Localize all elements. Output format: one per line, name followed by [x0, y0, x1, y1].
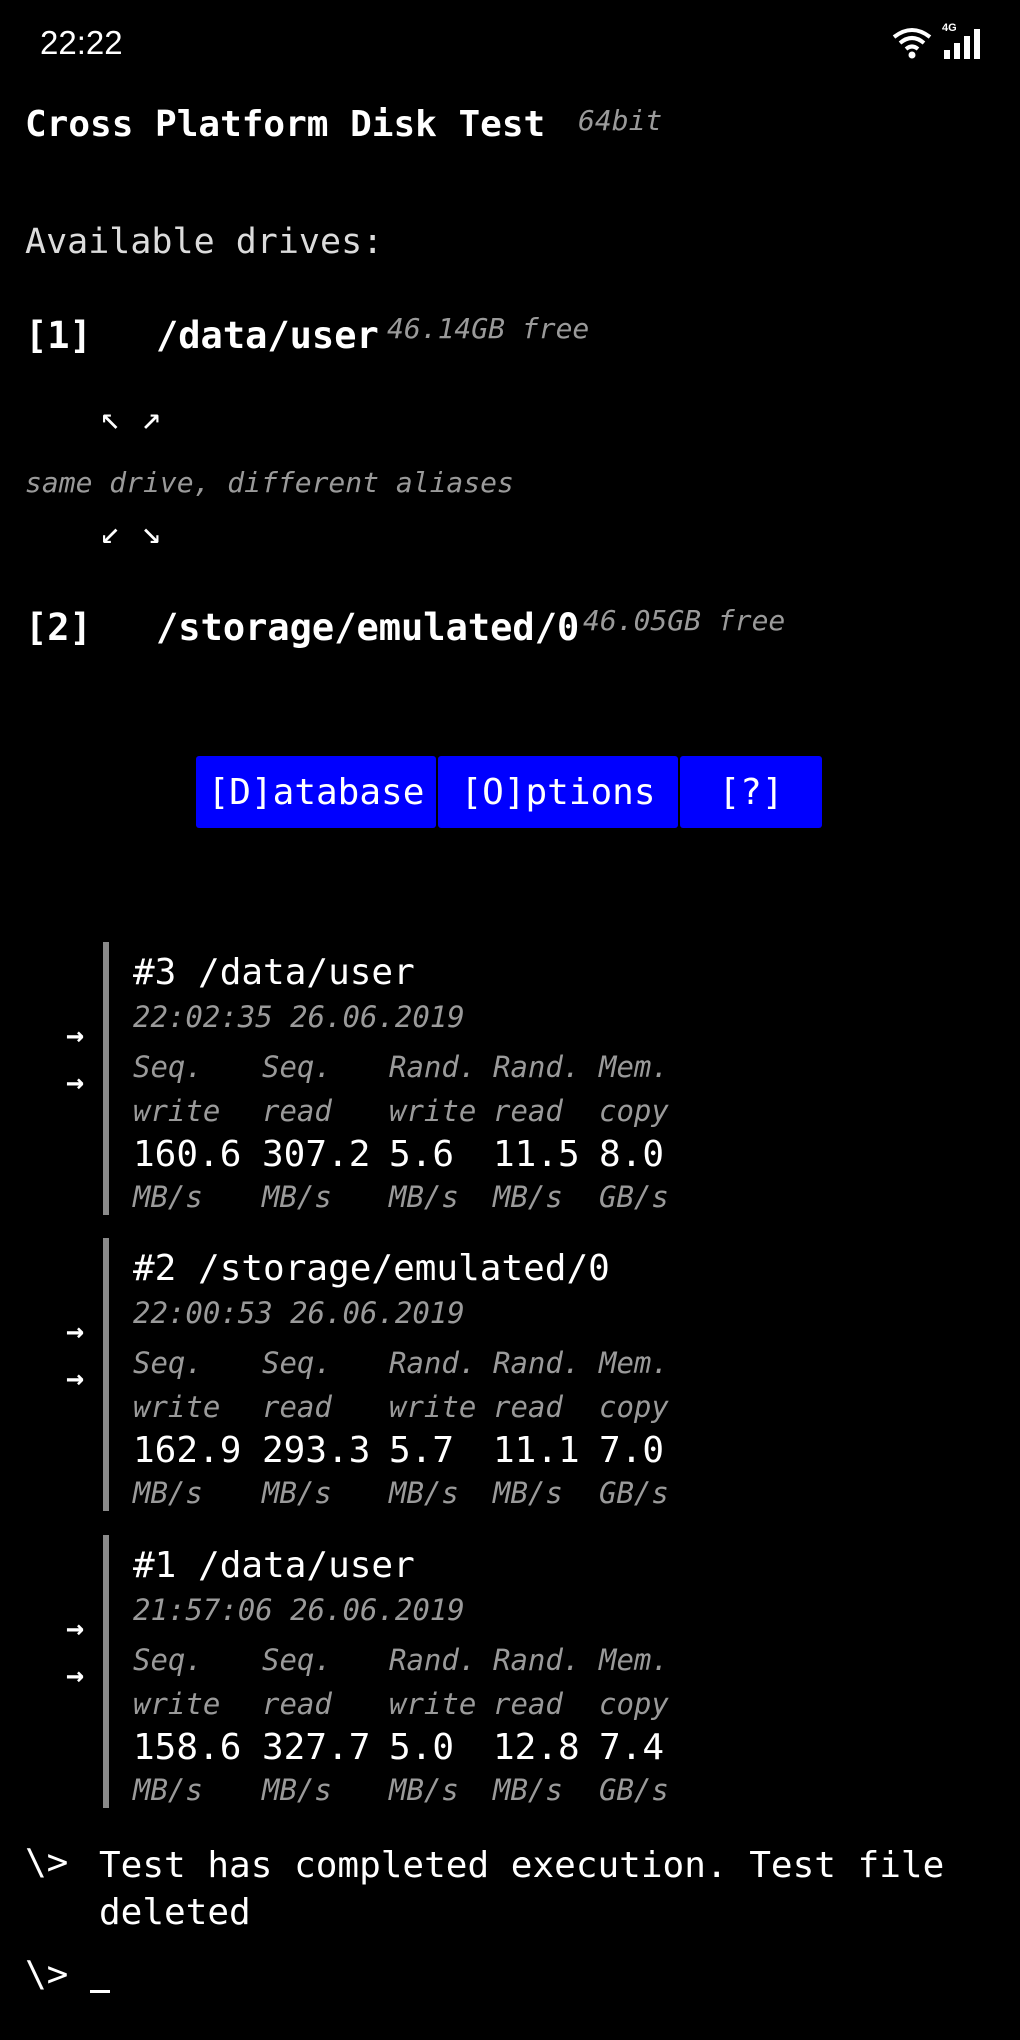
column-header: Rand.: [389, 1643, 477, 1677]
column-header: Rand.: [389, 1346, 477, 1380]
result-unit: MB/s: [133, 1773, 203, 1807]
result-unit: MB/s: [389, 1180, 459, 1214]
result-value: 293.3: [262, 1430, 371, 1471]
result-value: 11.1: [493, 1430, 580, 1471]
wifi-icon: [892, 28, 932, 59]
column-header-sub: read: [493, 1687, 563, 1721]
result-unit: MB/s: [389, 1476, 459, 1510]
column-header: Seq.: [262, 1643, 332, 1677]
console-prompt: \>: [25, 1842, 69, 1883]
status-icons: 4G: [892, 22, 984, 60]
column-header-sub: write: [133, 1094, 221, 1128]
result-bar: [103, 942, 109, 1215]
column-header-sub: read: [262, 1687, 332, 1721]
result-unit: MB/s: [262, 1476, 332, 1510]
result-value: 11.5: [493, 1134, 580, 1175]
result-title: #3 /data/user: [133, 952, 415, 993]
console-message: Test has completed execution. Test file …: [99, 1845, 945, 1933]
console-input-prompt: \>: [25, 1954, 69, 1995]
alias-arrows-up: ↖ ↗: [100, 398, 162, 438]
column-header-sub: copy: [599, 1390, 669, 1424]
drive-2-free: 46.05GB free: [583, 604, 786, 637]
result-unit: MB/s: [493, 1773, 563, 1807]
column-header: Seq.: [133, 1050, 203, 1084]
alias-note: same drive, different aliases: [25, 466, 514, 499]
result-value: 12.8: [493, 1727, 580, 1768]
help-button[interactable]: [?]: [680, 756, 822, 828]
result-arrow-2: →: [66, 1065, 85, 1100]
column-header-sub: write: [389, 1390, 477, 1424]
result-value: 162.9: [133, 1430, 242, 1471]
column-header-sub: write: [133, 1390, 221, 1424]
result-unit: MB/s: [493, 1476, 563, 1510]
result-unit: GB/s: [599, 1773, 669, 1807]
column-header: Seq.: [133, 1643, 203, 1677]
result-unit: MB/s: [389, 1773, 459, 1807]
drive-1-index[interactable]: [1]: [25, 314, 92, 357]
result-value: 5.0: [389, 1727, 455, 1768]
text-cursor[interactable]: [90, 1990, 110, 1993]
result-unit: GB/s: [599, 1476, 669, 1510]
column-header-sub: copy: [599, 1094, 669, 1128]
result-unit: MB/s: [133, 1476, 203, 1510]
options-button[interactable]: [O]ptions: [438, 756, 678, 828]
database-button[interactable]: [D]atabase: [196, 756, 436, 828]
result-unit: GB/s: [599, 1180, 669, 1214]
drive-2-path[interactable]: /storage/emulated/0: [156, 606, 579, 649]
status-time: 22:22: [40, 24, 123, 61]
result-value: 307.2: [262, 1134, 371, 1175]
result-value: 5.7: [389, 1430, 455, 1471]
result-value: 158.6: [133, 1727, 242, 1768]
column-header: Seq.: [262, 1346, 332, 1380]
column-header-sub: write: [133, 1687, 221, 1721]
column-header: Mem.: [599, 1050, 669, 1084]
column-header: Rand.: [493, 1346, 581, 1380]
result-bar: [103, 1238, 109, 1511]
cellular-signal-icon: 4G: [942, 22, 984, 60]
column-header: Rand.: [493, 1050, 581, 1084]
result-unit: MB/s: [262, 1773, 332, 1807]
column-header-sub: read: [493, 1390, 563, 1424]
result-timestamp: 22:02:35 26.06.2019: [133, 1000, 465, 1034]
column-header-sub: read: [262, 1390, 332, 1424]
column-header-sub: write: [389, 1094, 477, 1128]
drive-1-path[interactable]: /data/user: [156, 314, 379, 357]
result-unit: MB/s: [133, 1180, 203, 1214]
result-unit: MB/s: [493, 1180, 563, 1214]
result-title: #2 /storage/emulated/0: [133, 1248, 610, 1289]
drives-heading: Available drives:: [25, 222, 384, 262]
result-bar: [103, 1535, 109, 1808]
result-arrow-2: →: [66, 1658, 85, 1693]
column-header: Mem.: [599, 1346, 669, 1380]
column-header: Mem.: [599, 1643, 669, 1677]
result-value: 7.0: [599, 1430, 665, 1471]
alias-arrows-down: ↙ ↘: [100, 512, 162, 552]
result-value: 327.7: [262, 1727, 371, 1768]
column-header-sub: read: [262, 1094, 332, 1128]
bitness-label: 64bit: [578, 104, 663, 137]
drive-2-index[interactable]: [2]: [25, 606, 92, 649]
result-timestamp: 21:57:06 26.06.2019: [133, 1593, 465, 1627]
result-arrow-1: →: [66, 1314, 85, 1349]
result-unit: MB/s: [262, 1180, 332, 1214]
result-value: 8.0: [599, 1134, 665, 1175]
column-header: Seq.: [133, 1346, 203, 1380]
result-value: 5.6: [389, 1134, 455, 1175]
result-value: 7.4: [599, 1727, 665, 1768]
result-timestamp: 22:00:53 26.06.2019: [133, 1296, 465, 1330]
result-value: 160.6: [133, 1134, 242, 1175]
result-arrow-1: →: [66, 1611, 85, 1646]
column-header: Rand.: [493, 1643, 581, 1677]
column-header-sub: write: [389, 1687, 477, 1721]
app-title: Cross Platform Disk Test: [25, 104, 546, 145]
column-header-sub: copy: [599, 1687, 669, 1721]
result-title: #1 /data/user: [133, 1545, 415, 1586]
drive-1-free: 46.14GB free: [387, 312, 590, 345]
column-header: Seq.: [262, 1050, 332, 1084]
column-header: Rand.: [389, 1050, 477, 1084]
column-header-sub: read: [493, 1094, 563, 1128]
result-arrow-1: →: [66, 1018, 85, 1053]
result-arrow-2: →: [66, 1361, 85, 1396]
